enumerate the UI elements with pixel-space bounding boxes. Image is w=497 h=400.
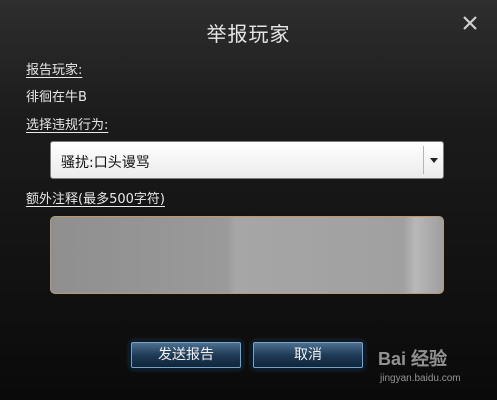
violation-select[interactable]: 骚扰:口头谩骂 bbox=[50, 141, 444, 179]
baidu-logo: Bai 经验 bbox=[378, 349, 448, 369]
report-player-dialog: 举报玩家 报告玩家: 徘徊在牛B 选择违规行为: 骚扰:口头谩骂 额外注释(最多… bbox=[0, 0, 497, 400]
notes-label: 额外注释(最多500字符) bbox=[26, 192, 165, 207]
send-report-button[interactable]: 发送报告 bbox=[131, 342, 241, 368]
close-icon[interactable] bbox=[457, 10, 483, 36]
cancel-button[interactable]: 取消 bbox=[253, 342, 363, 368]
violation-label: 选择违规行为: bbox=[26, 118, 109, 133]
notes-textarea[interactable] bbox=[50, 216, 444, 294]
violation-select-value: 骚扰:口头谩骂 bbox=[61, 155, 150, 171]
reported-player-name: 徘徊在牛B bbox=[26, 90, 87, 105]
dialog-title: 举报玩家 bbox=[206, 22, 291, 46]
report-player-label: 报告玩家: bbox=[26, 63, 83, 78]
chevron-down-icon[interactable] bbox=[423, 146, 443, 174]
baidu-watermark: Bai 经验 jingyan.baidu.com bbox=[378, 345, 490, 390]
watermark-url: jingyan.baidu.com bbox=[380, 373, 461, 384]
